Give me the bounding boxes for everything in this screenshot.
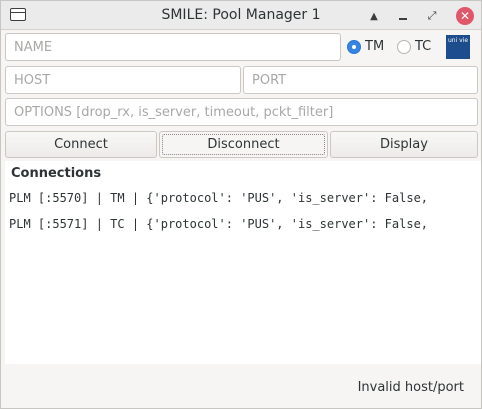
tc-radio[interactable]: TC bbox=[397, 39, 431, 54]
radio-unselected-icon bbox=[397, 39, 411, 54]
display-button[interactable]: Display bbox=[330, 131, 478, 158]
minimize-icon[interactable] bbox=[394, 7, 412, 25]
title-bar[interactable]: SMILE: Pool Manager 1 ▲ ⤢ ✕ bbox=[1, 1, 481, 30]
tm-radio[interactable]: TM bbox=[347, 39, 384, 54]
univie-logo: uni vie bbox=[446, 35, 470, 59]
status-message: Invalid host/port bbox=[357, 380, 464, 395]
tm-radio-label: TM bbox=[365, 39, 385, 54]
options-input[interactable] bbox=[5, 98, 478, 126]
shade-icon[interactable]: ▲ bbox=[365, 7, 383, 25]
disconnect-button[interactable]: Disconnect bbox=[159, 131, 328, 158]
port-input[interactable] bbox=[243, 66, 478, 94]
close-icon[interactable]: ✕ bbox=[456, 7, 474, 25]
connections-heading: Connections bbox=[11, 166, 102, 181]
connection-row[interactable]: PLM [:5571] | TC | {'protocol': 'PUS', '… bbox=[9, 217, 477, 231]
connections-panel[interactable]: Connections PLM [:5570] | TM | {'protoco… bbox=[5, 161, 481, 364]
connection-row[interactable]: PLM [:5570] | TM | {'protocol': 'PUS', '… bbox=[9, 191, 477, 205]
host-input[interactable] bbox=[5, 66, 241, 94]
name-input[interactable] bbox=[5, 33, 341, 61]
connect-button[interactable]: Connect bbox=[5, 131, 157, 158]
maximize-icon[interactable]: ⤢ bbox=[423, 7, 441, 25]
tc-radio-label: TC bbox=[415, 39, 432, 54]
pool-manager-window: SMILE: Pool Manager 1 ▲ ⤢ ✕ TM TC uni vi… bbox=[0, 0, 482, 409]
radio-selected-icon bbox=[347, 39, 361, 54]
